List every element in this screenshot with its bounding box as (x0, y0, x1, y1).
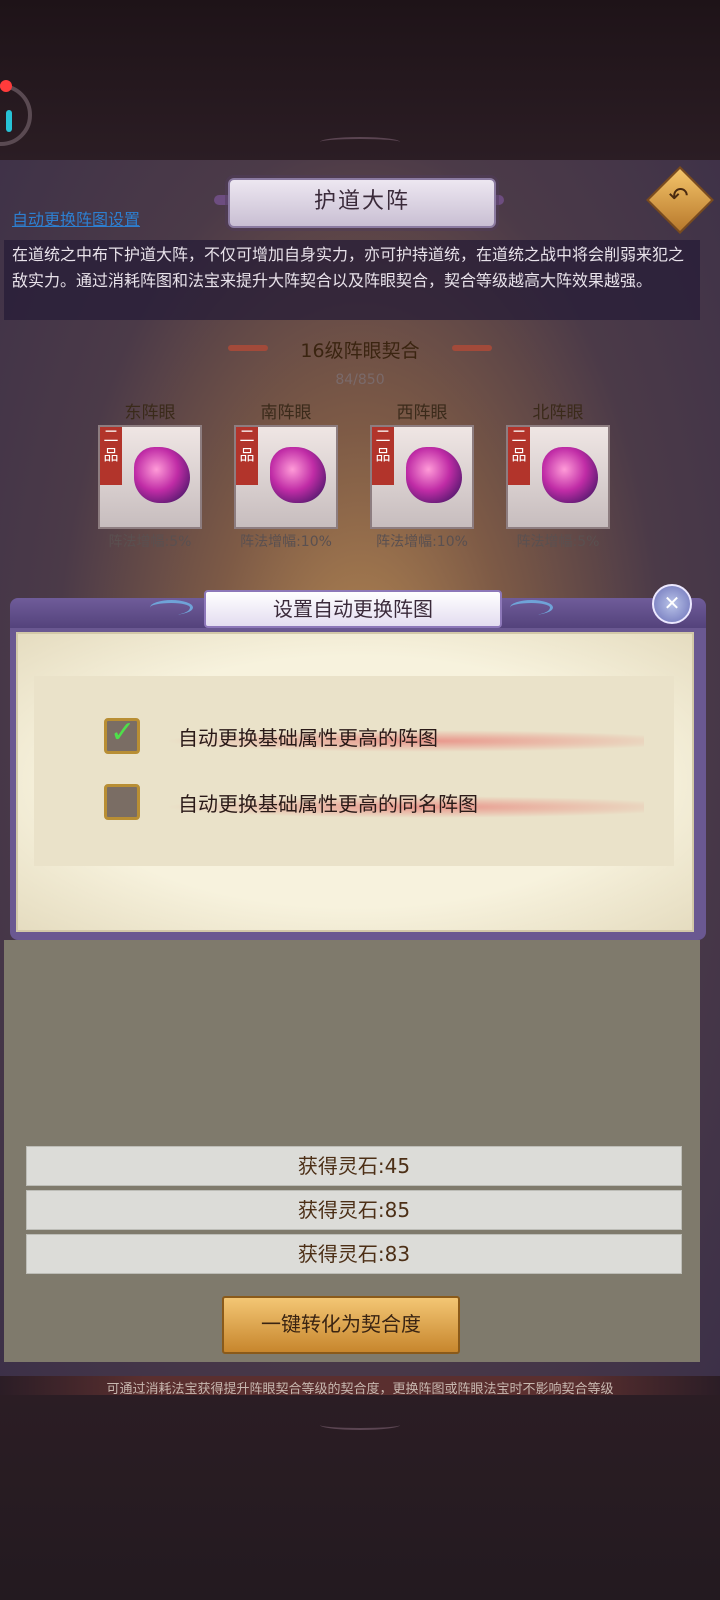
notification-dot (0, 80, 12, 92)
eye-slot-east[interactable]: 东阵眼 二品 阵法增幅:5% (98, 398, 202, 551)
eye-card[interactable]: 二品 (370, 425, 474, 529)
eye-name: 南阵眼 (260, 403, 312, 423)
eye-level-title: 16级阵眼契合 (300, 340, 420, 362)
back-arrow-icon: ↶ (668, 181, 689, 210)
eye-card[interactable]: 二品 (234, 425, 338, 529)
eye-slot-north[interactable]: 北阵眼 二品 阵法增幅:5% (506, 398, 610, 551)
formation-description: 在道统之中布下护道大阵，不仅可增加自身实力，亦可护持道统，在道统之战中将会削弱来… (4, 240, 700, 320)
option-label: 自动更换基础属性更高的阵图 (178, 726, 438, 750)
eye-bonus: 阵法增幅:10% (240, 534, 332, 550)
grade-badge: 二品 (236, 427, 258, 485)
options-band (34, 676, 674, 866)
close-icon: ✕ (663, 591, 681, 615)
treasure-icon (270, 447, 326, 503)
grade-badge: 二品 (372, 427, 394, 485)
eye-name: 北阵眼 (532, 403, 584, 423)
eye-card[interactable]: 二品 (98, 425, 202, 529)
top-ornament (320, 137, 400, 147)
eye-bonus: 阵法增幅:5% (108, 534, 192, 550)
auto-replace-settings-link[interactable]: 自动更换阵图设置 (12, 206, 140, 230)
grade-badge: 二品 (100, 427, 122, 485)
grade-badge: 二品 (508, 427, 530, 485)
gauge-indicator (6, 110, 12, 132)
eye-bonus: 阵法增幅:10% (376, 534, 468, 550)
option-checkbox[interactable]: ✓ (104, 715, 140, 754)
top-bar (0, 0, 720, 160)
eye-progress: 84/850 (335, 372, 385, 388)
dialog-title: 设置自动更换阵图 (204, 590, 502, 628)
option-checkbox[interactable] (104, 784, 140, 820)
option-label: 自动更换基础属性更高的同名阵图 (178, 792, 478, 816)
swirl-ornament-left (150, 600, 193, 615)
eye-name: 西阵眼 (396, 403, 448, 423)
convert-button[interactable]: 一键转化为契合度 (222, 1296, 460, 1354)
bottom-ornament (320, 1420, 400, 1430)
eye-bonus: 阵法增幅:5% (516, 534, 600, 550)
reward-item: 获得灵石:83 (26, 1234, 682, 1274)
eye-slot-south[interactable]: 南阵眼 二品 阵法增幅:10% (234, 398, 338, 551)
option-row[interactable]: ✓ 自动更换基础属性更高的阵图 (104, 715, 644, 762)
eye-slot-west[interactable]: 西阵眼 二品 阵法增幅:10% (370, 398, 474, 551)
close-button[interactable]: ✕ (652, 584, 692, 624)
swirl-ornament-right (510, 600, 553, 615)
eye-name: 东阵眼 (124, 403, 176, 423)
eye-card[interactable]: 二品 (506, 425, 610, 529)
reward-item: 获得灵石:85 (26, 1190, 682, 1230)
check-icon: ✓ (110, 715, 136, 750)
treasure-icon (406, 447, 462, 503)
option-row[interactable]: 自动更换基础属性更高的同名阵图 (104, 784, 644, 828)
reward-item: 获得灵石:45 (26, 1146, 682, 1186)
page-title: 护道大阵 (228, 178, 496, 228)
treasure-icon (542, 447, 598, 503)
treasure-icon (134, 447, 190, 503)
